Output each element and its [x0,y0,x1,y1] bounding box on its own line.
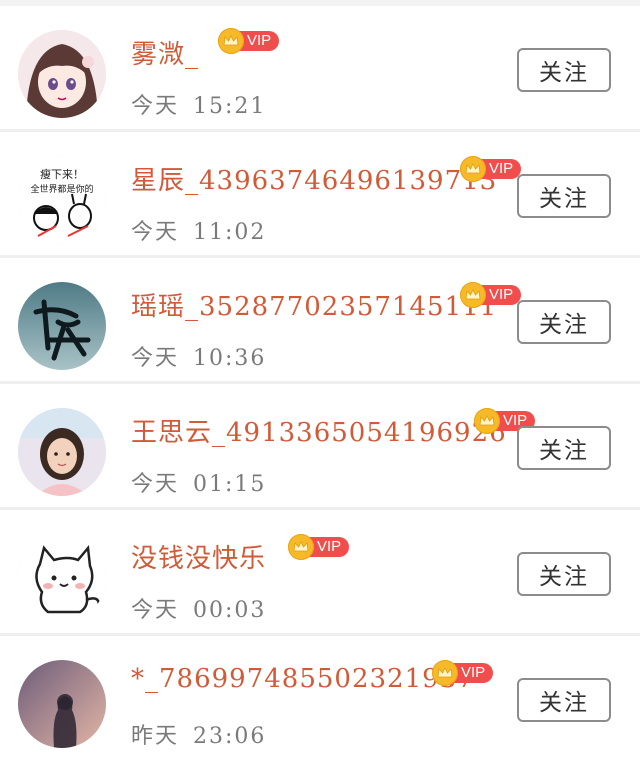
follow-button[interactable]: 关注 [517,426,611,470]
visit-time: 今天 01:15 [131,466,266,498]
crown-icon [460,282,486,308]
user-name[interactable]: 瑶瑶_35287702357145111 [131,286,497,323]
visit-day: 今天 [131,598,180,623]
avatar-caption-line2: 全世界都是你的 [30,183,93,195]
visit-time: 今天 10:36 [131,340,266,372]
follow-button[interactable]: 关注 [517,552,611,596]
user-name[interactable]: *_786997485502321937 [131,664,475,694]
avatar[interactable] [18,534,106,622]
list-item[interactable]: 王思云_4913365054196926 VIP 今天 01:15 关注 [0,386,640,510]
vip-badge: VIP [218,28,280,54]
visit-day: 今天 [131,346,180,371]
visit-time: 今天 15:21 [131,88,266,120]
avatar[interactable] [18,408,106,496]
user-name[interactable]: 星辰_43963746496139713 [131,160,497,197]
visit-day: 今天 [131,472,180,497]
visit-day: 今天 [131,220,180,245]
follow-button[interactable]: 关注 [517,678,611,722]
vip-badge: VIP [460,282,522,308]
follow-button[interactable]: 关注 [517,174,611,218]
avatar[interactable] [18,282,106,370]
visit-time: 今天 11:02 [131,214,266,246]
avatar[interactable] [18,30,106,118]
crown-icon [460,156,486,182]
visit-clock: 01:15 [193,472,267,497]
crown-icon [474,408,500,434]
follower-list: 雾溦_ VIP 今天 15:21 关注 瘦下来！ 全世界都是你的 星辰_4396… [0,0,640,773]
crown-icon [218,28,244,54]
follow-button[interactable]: 关注 [517,300,611,344]
visit-time: 今天 00:03 [131,592,266,624]
visit-clock: 10:36 [193,346,267,371]
vip-badge: VIP [288,534,350,560]
top-divider [0,0,640,6]
visit-day: 昨天 [131,724,180,749]
list-item[interactable]: 没钱没快乐 VIP 今天 00:03 关注 [0,512,640,636]
avatar[interactable]: 瘦下来！ 全世界都是你的 [18,156,106,244]
list-item[interactable]: 瑶瑶_35287702357145111 VIP 今天 10:36 关注 [0,260,640,384]
visit-clock: 23:06 [193,724,267,749]
avatar[interactable] [18,660,106,748]
list-item[interactable]: 瘦下来！ 全世界都是你的 星辰_43963746496139713 VIP 今天… [0,134,640,258]
crown-icon [288,534,314,560]
visit-day: 今天 [131,94,180,119]
follow-button[interactable]: 关注 [517,48,611,92]
list-item[interactable]: *_786997485502321937 VIP 昨天 23:06 关注 [0,638,640,762]
vip-badge: VIP [432,660,494,686]
visit-clock: 11:02 [193,220,267,245]
vip-badge: VIP [460,156,522,182]
user-name[interactable]: 雾溦_ [131,34,199,71]
user-name[interactable]: 没钱没快乐 [131,538,266,575]
visit-clock: 15:21 [193,94,267,119]
avatar-caption-line1: 瘦下来！ [40,167,84,181]
user-name[interactable]: 王思云_4913365054196926 [131,412,507,449]
visit-clock: 00:03 [193,598,267,623]
crown-icon [432,660,458,686]
visit-time: 昨天 23:06 [131,718,266,750]
list-item[interactable]: 雾溦_ VIP 今天 15:21 关注 [0,8,640,132]
